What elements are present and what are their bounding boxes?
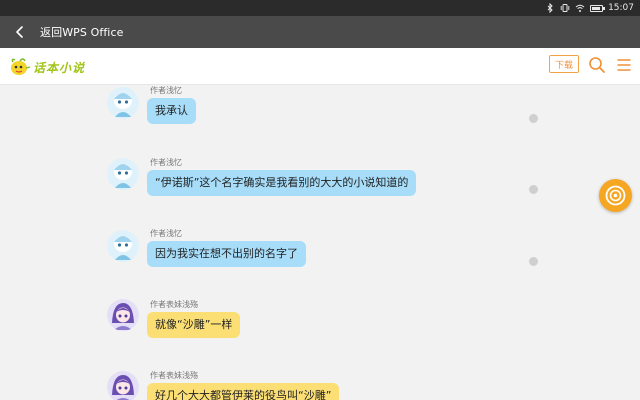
logo-text: 话本小说 (33, 60, 86, 75)
menu-icon[interactable] (616, 57, 632, 73)
author-name: 作者浅忆 (150, 229, 182, 238)
message-bubble[interactable]: 我承认 (147, 98, 196, 124)
download-button[interactable]: 下载 (549, 55, 579, 73)
wifi-icon (575, 4, 585, 12)
status-dot (529, 185, 538, 194)
battery-icon (590, 4, 606, 12)
chat-list: 作者浅忆 我承认 作者浅忆 “伊诺斯”这个名字确实是我看别的大大的小说知道的 作… (0, 85, 640, 400)
avatar-boy-icon (107, 230, 139, 262)
avatar[interactable] (107, 299, 139, 331)
author-name: 作者表妹浅殇 (150, 300, 198, 309)
avatar-girl-icon (107, 299, 139, 331)
message-bubble[interactable]: 因为我实在想不出别的名字了 (147, 241, 306, 267)
logo-mascot-icon (11, 58, 31, 75)
avatar-boy-icon (107, 158, 139, 190)
bluetooth-icon (547, 3, 553, 13)
site-header: 话本小说 (0, 48, 640, 85)
screen: 15:07 返回WPS Office 话本小说 下载 作者浅忆 我承认 作者浅忆… (0, 0, 640, 400)
message-bubble[interactable]: “伊诺斯”这个名字确实是我看别的大大的小说知道的 (147, 170, 417, 196)
vibrate-icon (560, 4, 570, 12)
back-to-wps-label[interactable]: 返回WPS Office (40, 24, 123, 40)
search-icon[interactable] (588, 56, 606, 74)
message-bubble[interactable]: 好几个大大都管伊莱的役鸟叫“沙雕” (147, 383, 340, 400)
avatar-girl-icon (107, 371, 139, 400)
status-icons: 15:07 (545, 0, 634, 16)
avatar[interactable] (107, 87, 139, 119)
avatar[interactable] (107, 158, 139, 190)
target-icon (605, 185, 626, 206)
status-bar: 15:07 (0, 0, 640, 16)
avatar[interactable] (107, 230, 139, 262)
message-bubble[interactable]: 就像“沙雕”一样 (147, 312, 241, 338)
floating-action-button[interactable] (599, 179, 632, 212)
author-name: 作者浅忆 (150, 158, 182, 167)
avatar[interactable] (107, 371, 139, 400)
author-name: 作者表妹浅殇 (150, 371, 198, 380)
author-name: 作者浅忆 (150, 86, 182, 95)
status-dot (529, 114, 538, 123)
chevron-left-icon (16, 26, 23, 38)
avatar-boy-icon (107, 87, 139, 119)
logo[interactable]: 话本小说 (9, 56, 85, 78)
nav-bar: 返回WPS Office (0, 16, 640, 48)
back-button[interactable] (0, 16, 40, 48)
status-dot (529, 257, 538, 266)
status-time: 15:07 (608, 3, 634, 13)
